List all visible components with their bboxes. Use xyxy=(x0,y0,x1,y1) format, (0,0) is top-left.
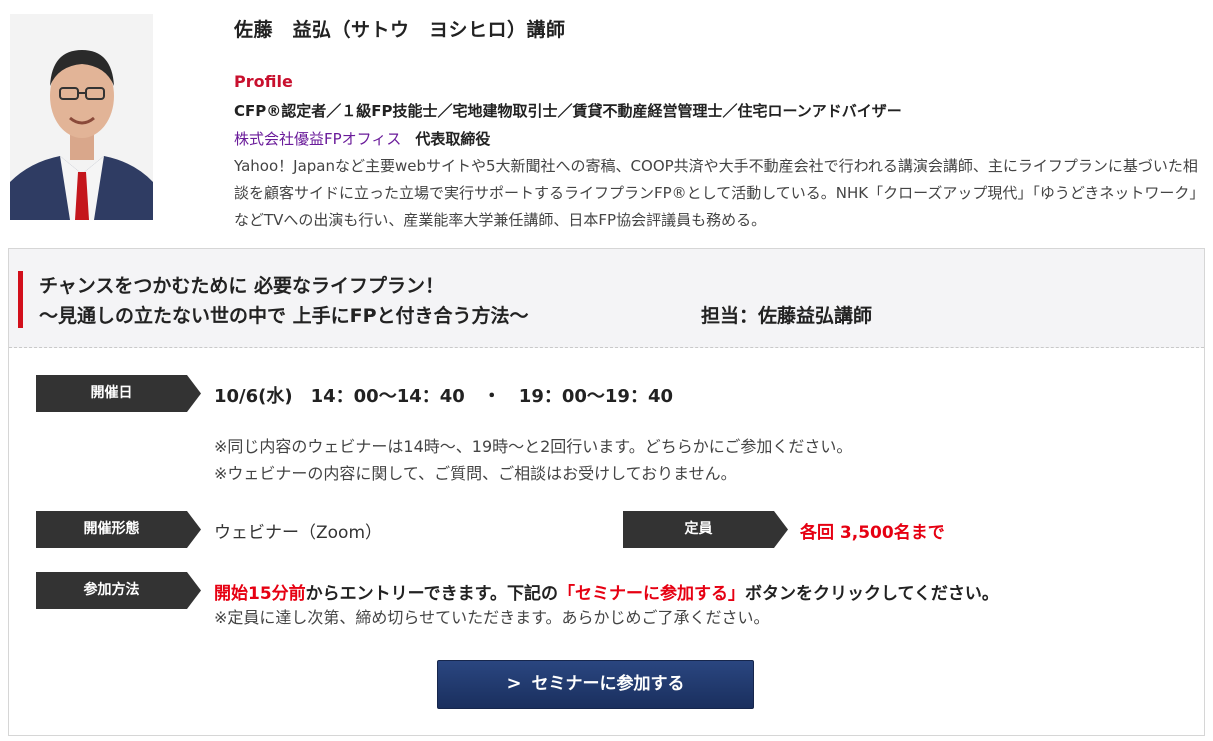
date-tag: 開催日 xyxy=(36,375,201,412)
capacity-tag: 定員 xyxy=(623,511,788,548)
join-text-middle: からエントリーできます。下記の xyxy=(305,584,558,604)
header-accent-bar xyxy=(18,271,23,328)
join-button-reference: 「セミナーに参加する」 xyxy=(557,584,745,604)
join-start-time: 開始15分前 xyxy=(214,584,306,604)
capacity-value: 各回 3,500名まで xyxy=(800,523,945,543)
company-line: 株式会社優益FPオフィス 代表取締役 xyxy=(234,128,490,149)
instructor-photo xyxy=(10,14,153,220)
seminar-title: チャンスをつかむために 必要なライフプラン！ xyxy=(39,275,445,297)
join-method-tag: 参加方法 xyxy=(36,572,201,609)
instructor-bio: Yahoo！Japanなど主要webサイトや5大新聞社への寄稿、COOP共済や大… xyxy=(234,157,1198,229)
qualifications: CFP®認定者／１級FP技能士／宅地建物取引士／賃貸不動産経営管理士／住宅ローン… xyxy=(234,102,902,120)
seminar-subtitle: 〜見通しの立たない世の中で 上手にFPと付き合う方法〜 xyxy=(39,305,529,327)
date-value: 10/6(水) 14：00〜14：40 ・ 19：00〜19：40 xyxy=(214,386,673,407)
instructor-name: 佐藤 益弘（サトウ ヨシヒロ）講師 xyxy=(234,19,566,41)
format-value: ウェビナー（Zoom） xyxy=(214,523,383,543)
join-text-end: ボタンをクリックしてください。 xyxy=(744,584,999,604)
join-seminar-button[interactable]: > セミナーに参加する xyxy=(437,660,754,709)
company-link[interactable]: 株式会社優益FPオフィス xyxy=(234,130,401,148)
format-tag: 開催形態 xyxy=(36,511,201,548)
profile-heading: Profile xyxy=(234,72,293,91)
session-note: ※同じ内容のウェビナーは14時〜、19時〜と2回行います。どちらかにご参加くださ… xyxy=(214,437,853,456)
question-note: ※ウェビナーの内容に関して、ご質問、ご相談はお受けしておりません。 xyxy=(214,464,737,483)
company-role: 代表取締役 xyxy=(415,130,491,148)
seminar-instructor: 担当：佐藤益弘講師 xyxy=(701,305,873,327)
seminar-header: チャンスをつかむために 必要なライフプラン！ 〜見通しの立たない世の中で 上手に… xyxy=(9,249,1204,348)
chevron-right-icon: > xyxy=(506,673,522,694)
join-instructions: 開始15分前からエントリーできます。下記の「セミナーに参加する」ボタンをクリック… xyxy=(214,579,999,604)
join-seminar-label: セミナーに参加する xyxy=(531,674,685,694)
capacity-note: ※定員に達し次第、締め切らせていただきます。あらかじめご了承ください。 xyxy=(214,608,770,627)
instructor-portrait-image xyxy=(10,14,153,220)
seminar-panel: チャンスをつかむために 必要なライフプラン！ 〜見通しの立たない世の中で 上手に… xyxy=(8,248,1205,736)
